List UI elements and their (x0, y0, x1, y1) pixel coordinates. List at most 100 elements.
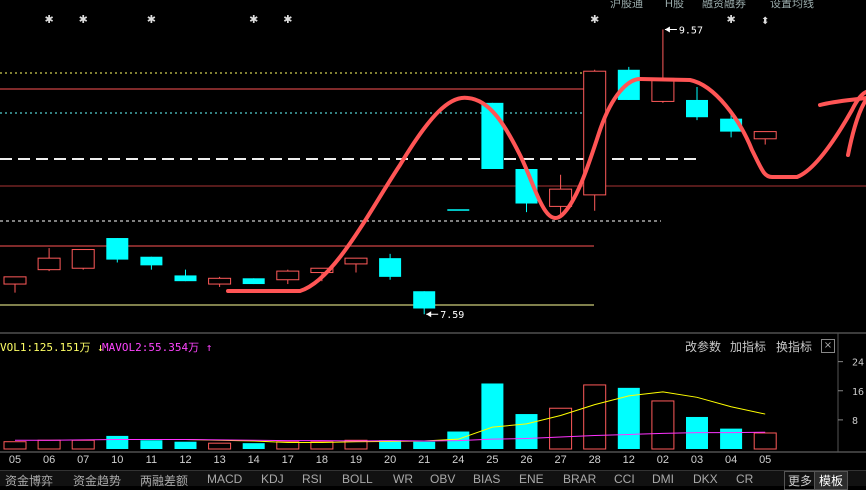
tab-indicator[interactable]: WR (393, 472, 413, 486)
date-label: 13 (213, 454, 226, 466)
volume-axis: 24 16 8 (838, 358, 864, 427)
candle-body (549, 188, 573, 207)
freehand-drawing (226, 77, 866, 293)
date-label: 04 (724, 454, 738, 466)
event-markers: ✱ ✱ ✱ ✱ ✱ ✱ ✱ ⬍ (44, 13, 769, 27)
date-label: 27 (554, 454, 567, 466)
date-label: 05 (759, 454, 772, 466)
volume-bar (583, 384, 607, 450)
edit-params-button[interactable]: 改参数 (685, 338, 721, 355)
date-label: 07 (77, 454, 90, 466)
date-label: 26 (520, 454, 533, 466)
candle-body (413, 291, 436, 309)
add-indicator-button[interactable]: 加指标 (730, 338, 766, 355)
low-arrow-head (426, 311, 432, 318)
tab-indicator[interactable]: 两融差额 (140, 472, 188, 489)
volume-bar (208, 442, 232, 450)
low-price-label: 7.59 (440, 310, 464, 321)
kline-chart[interactable]: 9.57 7.59 24 16 8 ✱ ✱ ✱ ✱ ✱ ✱ ✱ ⬍ (0, 0, 866, 485)
candle-body (379, 258, 402, 277)
date-label: 10 (111, 454, 124, 466)
date-label: 28 (588, 454, 601, 466)
updown-marker-icon: ⬍ (761, 16, 769, 27)
star-marker-icon: ✱ (283, 13, 292, 26)
indicator-tabs: 更多 模板 资金博弈 资金趋势 两融差额 MACD KDJ RSI BOLL WR OBV BIA… (0, 470, 866, 490)
tab-indicator[interactable]: DMI (652, 472, 674, 486)
date-label: 11 (145, 454, 158, 466)
tab-indicator[interactable]: ENE (519, 472, 544, 486)
tab-indicator[interactable]: MACD (207, 472, 242, 486)
date-label: 18 (315, 454, 329, 466)
candle-body (140, 256, 163, 266)
date-label: 19 (349, 454, 363, 466)
volume-bar (617, 387, 640, 449)
tab-indicator[interactable]: DKX (693, 472, 718, 486)
date-label: 02 (656, 454, 670, 466)
close-icon[interactable]: × (821, 339, 835, 353)
candle-body (71, 249, 95, 269)
top-info-labels: 沪股通 H股 融资融券 设置均线 (0, 0, 866, 10)
tab-indicator[interactable]: RSI (302, 472, 322, 486)
volume-bar (242, 443, 265, 449)
candle-body (106, 238, 129, 260)
candles (3, 29, 777, 315)
volume-bars (3, 383, 777, 450)
date-label: 06 (42, 454, 56, 466)
tab-indicator[interactable]: BOLL (342, 472, 373, 486)
volume-bar (720, 428, 743, 449)
price-guidelines (0, 72, 866, 306)
shhk-connect-label[interactable]: 沪股通 (610, 0, 643, 11)
tab-indicator[interactable]: KDJ (261, 472, 284, 486)
candle-body (242, 278, 265, 285)
candle-body (583, 70, 607, 196)
tab-indicator[interactable]: CCI (614, 472, 635, 486)
candle-body (651, 77, 675, 102)
candle-body (37, 257, 61, 271)
date-label: 20 (383, 454, 397, 466)
date-axis: 05 06 07 10 11 12 13 14 17 18 19 20 21 24 25 26 27 28 12 02… (0, 453, 866, 467)
switch-indicator-button[interactable]: 换指标 (776, 338, 812, 355)
star-marker-icon: ✱ (590, 13, 599, 26)
candle-body (208, 277, 232, 285)
vol1-readout: VOL1:125.151万 ↓ (0, 341, 104, 354)
tab-indicator[interactable]: 资金趋势 (73, 472, 121, 489)
volume-bar (71, 439, 95, 450)
volume-bar (37, 439, 61, 450)
tab-indicator[interactable]: BIAS (473, 472, 500, 486)
tab-indicator[interactable]: 资金博弈 (5, 472, 53, 489)
high-price-label: 9.57 (679, 26, 703, 37)
date-label: 25 (486, 454, 499, 466)
tab-indicator[interactable]: CR (736, 472, 753, 486)
candle-body (344, 257, 368, 265)
date-label: 12 (622, 454, 635, 466)
date-label: 05 (8, 454, 22, 466)
margin-trading-label[interactable]: 融资融券 (702, 0, 746, 11)
volume-bar (106, 435, 129, 449)
date-label: 24 (452, 454, 465, 466)
candle-body (174, 275, 197, 282)
volume-bar (651, 400, 675, 450)
date-label: 17 (281, 454, 294, 466)
tab-indicator[interactable]: BRAR (563, 472, 596, 486)
candle-body (753, 131, 777, 140)
date-label: 21 (418, 454, 431, 466)
volume-axis-label: 16 (852, 387, 864, 398)
tab-template[interactable]: 模板 (814, 471, 849, 490)
more-tabs-button[interactable]: 更多 (784, 471, 817, 490)
candle-body (686, 99, 708, 118)
star-marker-icon: ✱ (79, 13, 88, 26)
volume-axis-label: 8 (852, 416, 858, 427)
freehand-curve (226, 77, 866, 293)
star-marker-icon: ✱ (249, 13, 258, 26)
mavol2-readout: MAVOL2:55.354万 ↑ (102, 341, 213, 354)
candle-body (276, 270, 300, 281)
candle-body (447, 209, 470, 211)
volume-bar (753, 432, 777, 450)
high-arrow-head (664, 26, 670, 33)
price-annotations: 9.57 7.59 (426, 26, 703, 321)
tab-indicator[interactable]: OBV (430, 472, 455, 486)
star-marker-icon: ✱ (44, 13, 53, 26)
date-label: 12 (179, 454, 192, 466)
set-ma-label[interactable]: 设置均线 (770, 0, 814, 11)
h-share-label[interactable]: H股 (665, 0, 684, 11)
